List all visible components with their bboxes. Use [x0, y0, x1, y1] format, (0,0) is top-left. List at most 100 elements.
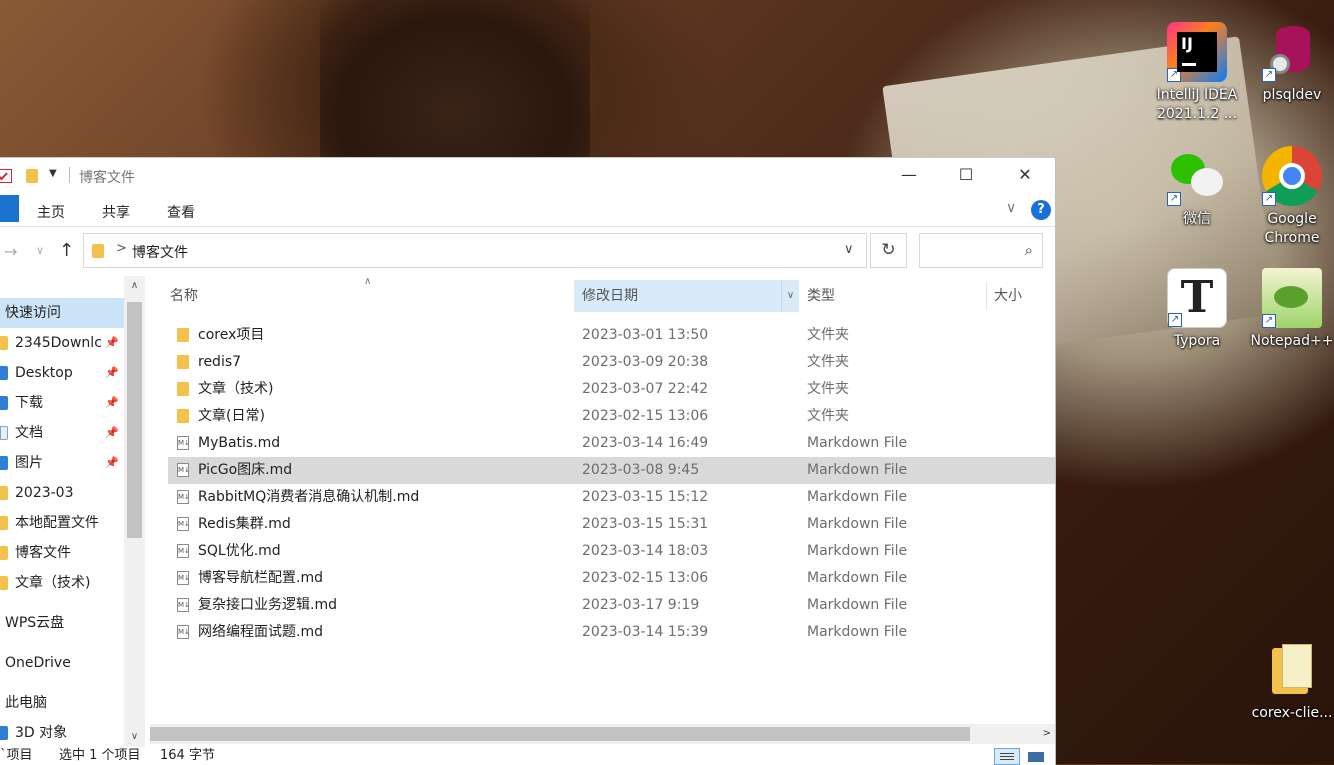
column-filter-dropdown-icon[interactable]: ∨ — [781, 280, 799, 312]
tab-share[interactable]: 共享 — [102, 202, 130, 222]
nav-scrollbar[interactable]: ∧ ∨ — [124, 276, 145, 747]
zip-folder-icon — [1262, 640, 1322, 700]
nav-item-quick-access[interactable]: 快速访问 — [0, 298, 124, 328]
desktop-icon-intellij[interactable]: IJ ↗ IntelliJ IDEA 2021.1.2 ... — [1155, 22, 1239, 124]
pin-icon: 📌 — [105, 456, 119, 469]
file-row[interactable]: M↓ 博客导航栏配置.md 2023-02-15 13:06 Markdown … — [168, 565, 1055, 592]
minimize-button[interactable]: — — [880, 158, 938, 192]
address-field[interactable]: > 博客文件 ∨ — [83, 233, 867, 268]
details-view-icon[interactable] — [994, 748, 1020, 765]
file-type: Markdown File — [807, 462, 908, 478]
file-row[interactable]: corex项目 2023-03-01 13:50 文件夹 — [168, 322, 1055, 349]
file-row[interactable]: 文章（技术) 2023-03-07 22:42 文件夹 — [168, 376, 1055, 403]
file-name: 网络编程面试题.md — [198, 624, 323, 640]
file-date: 2023-03-17 9:19 — [582, 597, 700, 613]
desktop-icon-notepadpp[interactable]: ↗ Notepad++ — [1250, 268, 1334, 351]
nav-item-local-config[interactable]: 本地配置文件 — [0, 508, 124, 538]
desktop-icon-label: plsqldev — [1262, 87, 1322, 103]
ribbon: 主页 共享 查看 ∨ ? — [0, 192, 1055, 227]
search-icon: ⌕ — [1024, 241, 1033, 259]
file-row[interactable]: redis7 2023-03-09 20:38 文件夹 — [168, 349, 1055, 376]
scroll-thumb[interactable] — [127, 302, 142, 538]
column-separator[interactable] — [986, 282, 987, 310]
file-row-selected[interactable]: M↓ PicGo图床.md 2023-03-08 9:45 Markdown F… — [168, 457, 1055, 484]
column-header-name[interactable]: 名称 — [170, 280, 198, 312]
file-row[interactable]: M↓ RabbitMQ消费者消息确认机制.md 2023-03-15 15:12… — [168, 484, 1055, 511]
column-header-size[interactable]: 大小 — [994, 280, 1022, 312]
desktop-icon-wechat[interactable]: ↗ 微信 — [1155, 146, 1239, 229]
file-row[interactable]: M↓ SQL优化.md 2023-03-14 18:03 Markdown Fi… — [168, 538, 1055, 565]
scroll-thumb[interactable] — [150, 727, 970, 741]
maximize-button[interactable]: ☐ — [937, 158, 995, 192]
nav-item-desktop[interactable]: Desktop 📌 — [0, 358, 124, 388]
nav-item-label: 2023-03 — [15, 485, 74, 501]
pin-icon: 📌 — [105, 426, 119, 439]
nav-item-2023-03[interactable]: 2023-03 — [0, 478, 124, 508]
file-tab[interactable] — [0, 195, 19, 222]
status-size: 164 字节 — [160, 748, 215, 763]
folder-icon — [177, 355, 189, 369]
title-bar[interactable]: ▼ 博客文件 — ☐ ✕ — [0, 158, 1055, 192]
file-row[interactable]: M↓ 网络编程面试题.md 2023-03-14 15:39 Markdown … — [168, 619, 1055, 646]
file-row[interactable]: 文章(日常) 2023-02-15 13:06 文件夹 — [168, 403, 1055, 430]
quick-access-dropdown-icon[interactable]: ▼ — [49, 168, 57, 179]
help-button[interactable]: ? — [1031, 200, 1051, 220]
breadcrumb-separator[interactable]: > — [116, 241, 127, 256]
nav-item-articles-tech[interactable]: 文章（技术) — [0, 568, 124, 598]
large-icons-view-icon[interactable] — [1025, 748, 1047, 765]
forward-arrow-icon[interactable]: → — [4, 242, 17, 261]
nav-item-2345downloads[interactable]: 2345Downlc 📌 — [0, 328, 124, 358]
file-row[interactable]: M↓ 复杂接口业务逻辑.md 2023-03-17 9:19 Markdown … — [168, 592, 1055, 619]
desktop-icon-corex-client[interactable]: corex-clie... — [1250, 640, 1334, 723]
plsqldev-icon: ↗ — [1262, 22, 1322, 82]
column-header-type[interactable]: 类型 — [807, 280, 835, 312]
tab-home[interactable]: 主页 — [37, 202, 65, 222]
file-type: Markdown File — [807, 435, 908, 451]
properties-check-icon[interactable] — [0, 169, 12, 183]
file-date: 2023-02-15 13:06 — [582, 408, 709, 424]
nav-item-onedrive[interactable]: OneDrive — [0, 648, 124, 678]
desktop-icon-typora[interactable]: T ↗ Typora — [1155, 268, 1239, 351]
scroll-right-arrow-icon[interactable]: > — [1043, 724, 1051, 744]
nav-item-documents[interactable]: 文档 📌 — [0, 418, 124, 448]
address-dropdown-icon[interactable]: ∨ — [844, 242, 854, 257]
scroll-down-arrow-icon[interactable]: ∨ — [124, 727, 145, 747]
nav-item-blog-files[interactable]: 博客文件 — [0, 538, 124, 568]
shortcut-arrow-icon: ↗ — [1167, 192, 1181, 206]
search-input[interactable]: ⌕ — [919, 233, 1043, 268]
shortcut-arrow-icon: ↗ — [1168, 313, 1182, 327]
file-type: 文件夹 — [807, 327, 849, 343]
recent-locations-dropdown-icon[interactable]: ∨ — [36, 244, 44, 257]
explorer-window: ▼ 博客文件 — ☐ ✕ 主页 共享 查看 ∨ ? → ∨ ↑ > 博客文件 ∨… — [0, 157, 1056, 765]
new-folder-icon[interactable] — [26, 169, 38, 183]
desktop-icon-plsqldev[interactable]: ↗ plsqldev — [1250, 22, 1334, 105]
notepad-plus-plus-icon: ↗ — [1262, 268, 1322, 328]
nav-item-3d-objects[interactable]: 3D 对象 — [0, 718, 124, 748]
markdown-file-icon: M↓ — [177, 517, 190, 531]
nav-item-this-pc[interactable]: 此电脑 — [0, 688, 124, 718]
3d-objects-icon — [0, 726, 8, 740]
file-row[interactable]: M↓ MyBatis.md 2023-03-14 16:49 Markdown … — [168, 430, 1055, 457]
ribbon-expand-chevron-icon[interactable]: ∨ — [1006, 200, 1016, 216]
nav-item-pictures[interactable]: 图片 📌 — [0, 448, 124, 478]
file-name: RabbitMQ消费者消息确认机制.md — [198, 489, 420, 505]
document-icon — [0, 426, 8, 440]
nav-item-downloads[interactable]: 下载 📌 — [0, 388, 124, 418]
pin-icon: 📌 — [105, 336, 119, 349]
file-type: 文件夹 — [807, 354, 849, 370]
folder-icon — [0, 336, 8, 350]
up-arrow-icon[interactable]: ↑ — [59, 240, 74, 261]
scroll-up-arrow-icon[interactable]: ∧ — [124, 276, 145, 296]
close-button[interactable]: ✕ — [996, 158, 1054, 192]
desktop-icon-label: Typora — [1173, 333, 1221, 349]
column-header-date[interactable]: 修改日期 — [574, 280, 798, 312]
tab-view[interactable]: 查看 — [167, 202, 195, 222]
desktop-icon-label: 微信 — [1183, 211, 1211, 227]
desktop-icon-chrome[interactable]: ↗ Google Chrome — [1250, 146, 1334, 248]
horizontal-scrollbar[interactable]: > — [150, 724, 1055, 744]
file-name: SQL优化.md — [198, 543, 281, 559]
breadcrumb-current[interactable]: 博客文件 — [132, 242, 188, 262]
refresh-button[interactable]: ↻ — [870, 233, 907, 268]
nav-item-wps-cloud[interactable]: WPS云盘 — [0, 608, 124, 638]
file-row[interactable]: M↓ Redis集群.md 2023-03-15 15:31 Markdown … — [168, 511, 1055, 538]
